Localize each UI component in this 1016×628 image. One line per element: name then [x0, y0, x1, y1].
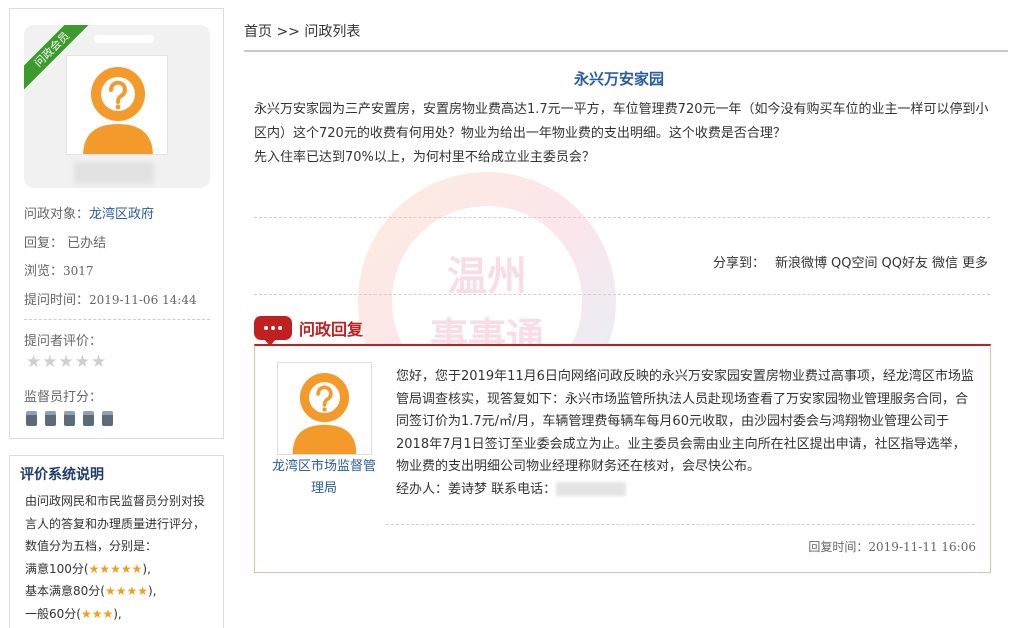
handler-info: 经办人：姜诗梦 联系电话：: [396, 481, 557, 497]
rating-system-title: 评价系统说明: [20, 467, 104, 483]
reply-body: 您好，您于2019年11月6日向网络问政反映的永兴万安家园安置房物业费过高事项，…: [396, 369, 974, 497]
score-can-icon: [102, 411, 113, 426]
asker-rating-label: 提问者评价：: [24, 334, 103, 349]
question-title: 永兴万安家园: [574, 70, 665, 88]
breadcrumb-list-link[interactable]: 问政列表: [304, 24, 360, 40]
divider: [254, 217, 990, 218]
ask-time-row: 提问时间：2019-11-06 14:44: [24, 293, 197, 308]
share-more-link[interactable]: 更多: [962, 252, 988, 271]
score-can-icon: [64, 411, 75, 426]
divider: [386, 524, 975, 525]
blurred-phone: [556, 482, 627, 496]
divider: [24, 319, 210, 320]
avatar: [66, 55, 168, 155]
rating-system-panel: 评价系统说明 由问政网民和市民监督员分别对投 言人的答复和办理质量进行评分， 数…: [9, 455, 224, 628]
share-weibo-link[interactable]: 新浪微博: [775, 252, 827, 271]
reply-section-header: 问政回复: [254, 316, 364, 346]
profile-panel: 问政会员 问政对象：龙湾区政府 回复： 已办结 浏览：3017 提问时间：201…: [9, 8, 224, 439]
rating-stars-3: ★★★: [80, 606, 114, 621]
asker-rating-stars: ★★★★★: [26, 352, 108, 372]
share-qzone-link[interactable]: QQ空间: [831, 252, 877, 271]
share-bar: 分享到： 新浪微博 QQ空间 QQ好友 微信 更多: [713, 252, 988, 271]
breadcrumb-divider: [244, 50, 1008, 52]
share-wechat-link[interactable]: 微信: [932, 252, 958, 271]
blurred-username: [74, 162, 154, 184]
supervisor-score-icons: [26, 411, 113, 426]
reply-time: 回复时间：2019-11-11 16:06: [808, 540, 976, 554]
breadcrumb: 首页 >> 问政列表: [244, 24, 361, 40]
svg-text:温州: 温州: [447, 253, 527, 300]
rating-system-text: 由问政网民和市民监督员分别对投 言人的答复和办理质量进行评分， 数值分为五档，分…: [25, 494, 206, 621]
supervisor-score-label: 监督员打分：: [24, 390, 103, 405]
share-label: 分享到：: [713, 256, 766, 271]
score-can-icon: [45, 411, 56, 426]
rating-stars-4: ★★★★: [104, 584, 148, 598]
target-row: 问政对象：龙湾区政府: [24, 207, 155, 222]
breadcrumb-home-link[interactable]: 首页: [244, 24, 272, 40]
score-can-icon: [26, 411, 37, 426]
user-question-icon: [83, 67, 153, 154]
views-row: 浏览：3017: [24, 264, 94, 279]
reply-section-title: 问政回复: [299, 320, 364, 339]
question-body: 永兴万安家园为三产安置房，安置房物业费高达1.7元一平方，车位管理费720元一年…: [254, 102, 989, 165]
share-qq-friends-link[interactable]: QQ好友: [882, 252, 928, 271]
department-question-icon: [292, 373, 357, 454]
reply-status-row: 回复： 已办结: [24, 236, 107, 251]
member-avatar-card: 问政会员: [24, 25, 210, 188]
rating-stars-5: ★★★★★: [88, 561, 143, 576]
department-name-link[interactable]: 龙湾区市场监督管理局: [269, 456, 379, 500]
score-can-icon: [83, 411, 94, 426]
reply-panel: 龙湾区市场监督管理局 您好，您于2019年11月6日向网络问政反映的永兴万安家园…: [254, 344, 991, 573]
chat-bubble-icon: [254, 316, 292, 346]
department-avatar: [277, 362, 372, 455]
target-link[interactable]: 龙湾区政府: [89, 207, 154, 222]
divider: [254, 294, 990, 295]
